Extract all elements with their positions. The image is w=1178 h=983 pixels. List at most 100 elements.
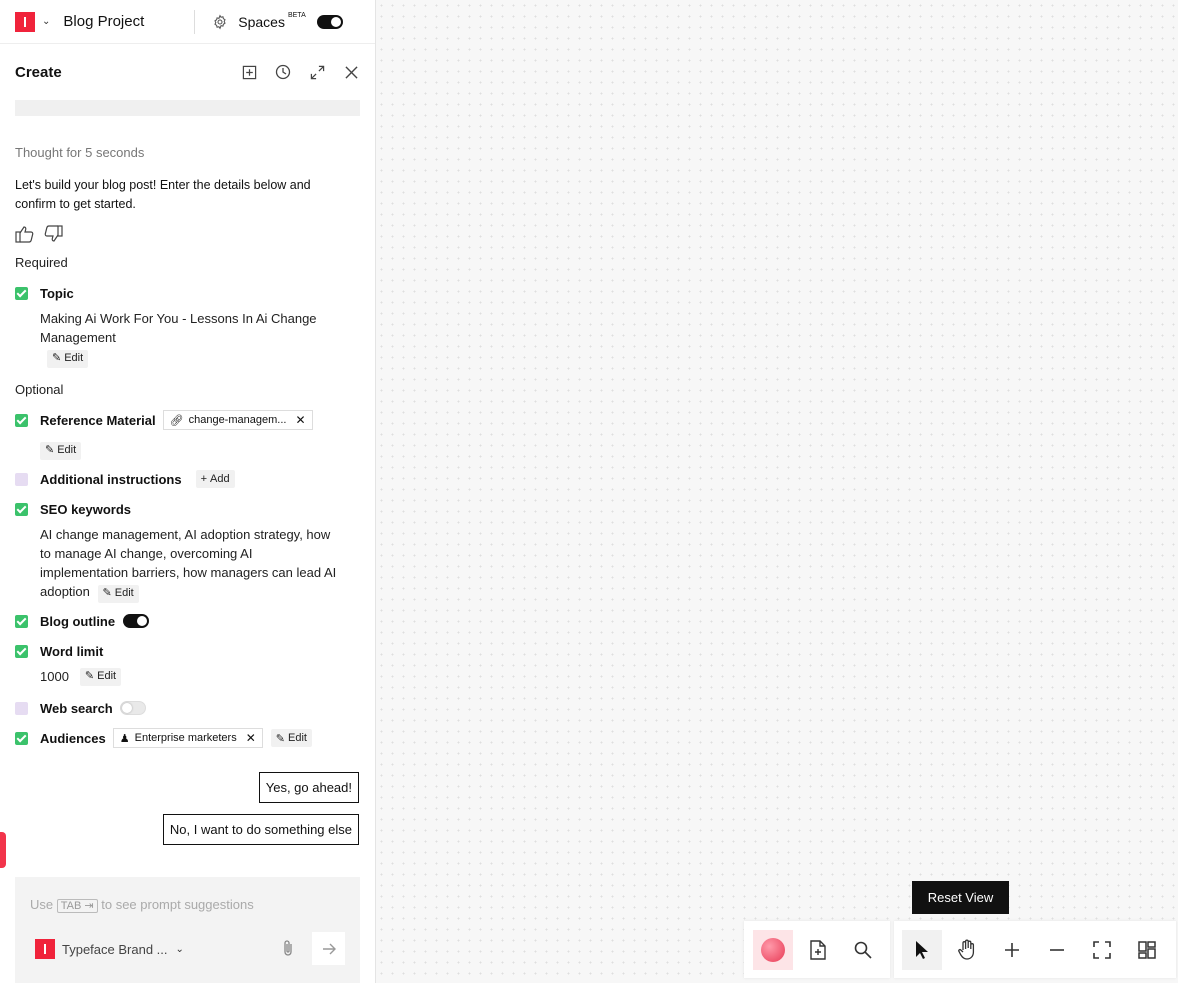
- previous-message-box: [15, 100, 360, 116]
- word-limit-label: Word limit: [40, 643, 104, 659]
- thumbs-down-icon[interactable]: [43, 225, 63, 243]
- link-icon: 🔗︎: [169, 414, 184, 427]
- search-icon: [854, 941, 872, 959]
- reference-row: Reference Material 🔗︎ change-managem... …: [15, 410, 313, 430]
- chevron-down-icon[interactable]: ⌄: [42, 16, 50, 27]
- topic-row: Topic: [15, 284, 74, 302]
- add-document-button[interactable]: [798, 930, 838, 970]
- outline-toggle[interactable]: [123, 614, 150, 628]
- cursor-icon: [916, 940, 928, 959]
- remove-reference-icon[interactable]: ✕: [295, 413, 305, 427]
- minus-icon: [1050, 948, 1064, 951]
- prompt-input[interactable]: Use TAB ⇥ to see prompt suggestions: [30, 897, 254, 913]
- reset-view-button[interactable]: [1082, 930, 1122, 970]
- topic-value: Making Ai Work For You - Lessons In Ai C…: [40, 311, 317, 345]
- additional-add-button[interactable]: + Add: [195, 470, 235, 488]
- create-panel: ⌄ Blog Project Spaces BETA Create Thought…: [0, 0, 376, 983]
- seo-row: SEO keywords: [15, 500, 131, 518]
- project-name[interactable]: Blog Project: [63, 13, 144, 30]
- audiences-edit-button[interactable]: ✎ Edit: [270, 729, 312, 747]
- required-heading: Required: [15, 255, 68, 270]
- word-limit-checkbox[interactable]: [15, 644, 28, 658]
- expand-icon[interactable]: [308, 63, 326, 81]
- hand-icon: [958, 939, 975, 960]
- history-clock-icon[interactable]: [274, 63, 292, 81]
- brand-logo-icon: [35, 939, 55, 959]
- remove-audience-icon[interactable]: ✕: [246, 731, 256, 745]
- ai-orb-button[interactable]: [753, 929, 793, 970]
- plus-icon: +: [200, 473, 207, 485]
- ai-orb-icon: [761, 937, 785, 962]
- seo-value: AI change management, AI adoption strate…: [40, 525, 340, 603]
- beta-badge: BETA: [287, 11, 306, 19]
- additional-checkbox[interactable]: [15, 472, 28, 486]
- optional-heading: Optional: [15, 382, 64, 397]
- word-limit-edit-button[interactable]: ✎ Edit: [79, 667, 122, 686]
- outline-row: Blog outline: [15, 612, 150, 630]
- pencil-icon: ✎: [102, 587, 112, 599]
- add-document-icon: [810, 939, 826, 960]
- spaces-label: Spaces BETA: [238, 11, 306, 30]
- pencil-icon: ✎: [84, 670, 95, 682]
- canvas-toolbar-right: [894, 921, 1176, 978]
- seo-edit-button[interactable]: ✎ Edit: [97, 584, 139, 603]
- topic-label: Topic: [40, 285, 74, 301]
- web-search-label: Web search: [40, 700, 113, 716]
- paperclip-icon[interactable]: [281, 939, 295, 957]
- pencil-icon: ✎: [45, 444, 55, 456]
- people-icon: ♟: [119, 732, 130, 745]
- thought-duration[interactable]: Thought for 5 seconds: [15, 145, 144, 160]
- seo-checkbox[interactable]: [15, 502, 28, 516]
- send-button[interactable]: [312, 932, 345, 965]
- pan-tool-button[interactable]: [947, 930, 987, 970]
- brand-selector[interactable]: Typeface Brand ... ⌄: [35, 939, 184, 959]
- prompt-composer[interactable]: Use TAB ⇥ to see prompt suggestions Type…: [15, 877, 360, 983]
- seo-label: SEO keywords: [40, 501, 132, 517]
- spaces-toggle[interactable]: [316, 14, 343, 29]
- reference-edit-button[interactable]: ✎ Edit: [40, 441, 82, 460]
- tab-key-hint: TAB ⇥: [56, 899, 98, 913]
- word-limit-value: 1000: [40, 669, 69, 684]
- reset-view-tooltip: Reset View: [912, 881, 1009, 914]
- grid-icon: [1138, 940, 1156, 959]
- word-limit-row: Word limit: [15, 642, 103, 660]
- reference-checkbox[interactable]: [15, 413, 28, 427]
- topic-checkbox[interactable]: [15, 286, 28, 300]
- additional-row: Additional instructions + Add: [15, 470, 235, 488]
- typeface-logo-icon[interactable]: [15, 11, 35, 32]
- zoom-out-button[interactable]: [1037, 930, 1077, 970]
- new-chat-icon[interactable]: [240, 63, 258, 81]
- outline-label: Blog outline: [40, 613, 116, 629]
- arrow-right-icon: [322, 943, 336, 954]
- reference-chip[interactable]: 🔗︎ change-managem... ✕: [162, 410, 313, 430]
- canvas[interactable]: Reset View: [376, 0, 1178, 983]
- thumbs-up-icon[interactable]: [15, 225, 35, 243]
- do-something-else-button[interactable]: No, I want to do something else: [162, 814, 359, 845]
- pencil-icon: ✎: [275, 732, 285, 745]
- web-search-checkbox[interactable]: [15, 701, 28, 715]
- plus-icon: [1005, 942, 1019, 957]
- audiences-checkbox[interactable]: [15, 731, 28, 745]
- gear-icon[interactable]: [212, 14, 228, 30]
- chevron-down-icon: ⌄: [175, 943, 184, 955]
- yes-go-ahead-button[interactable]: Yes, go ahead!: [258, 772, 359, 803]
- audience-chip[interactable]: ♟ Enterprise marketers ✕: [112, 728, 263, 748]
- panel-header: Create: [0, 44, 375, 100]
- outline-checkbox[interactable]: [15, 614, 28, 628]
- web-search-toggle[interactable]: [119, 701, 146, 715]
- topic-edit-button[interactable]: ✎ Edit: [47, 349, 89, 368]
- panel-title: Create: [15, 63, 62, 81]
- feedback-buttons: [15, 225, 63, 243]
- reference-label: Reference Material: [40, 412, 156, 428]
- feedback-tab[interactable]: [0, 832, 6, 868]
- search-button[interactable]: [843, 930, 883, 970]
- layout-grid-button[interactable]: [1127, 930, 1167, 970]
- pencil-icon: ✎: [52, 352, 62, 364]
- select-tool-button[interactable]: [902, 929, 942, 970]
- additional-label: Additional instructions: [40, 471, 182, 487]
- close-icon[interactable]: [342, 63, 360, 81]
- assistant-message: Let's build your blog post! Enter the de…: [15, 178, 311, 211]
- zoom-in-button[interactable]: [992, 930, 1032, 970]
- canvas-toolbar-left: [744, 921, 890, 978]
- audiences-label: Audiences: [40, 730, 106, 746]
